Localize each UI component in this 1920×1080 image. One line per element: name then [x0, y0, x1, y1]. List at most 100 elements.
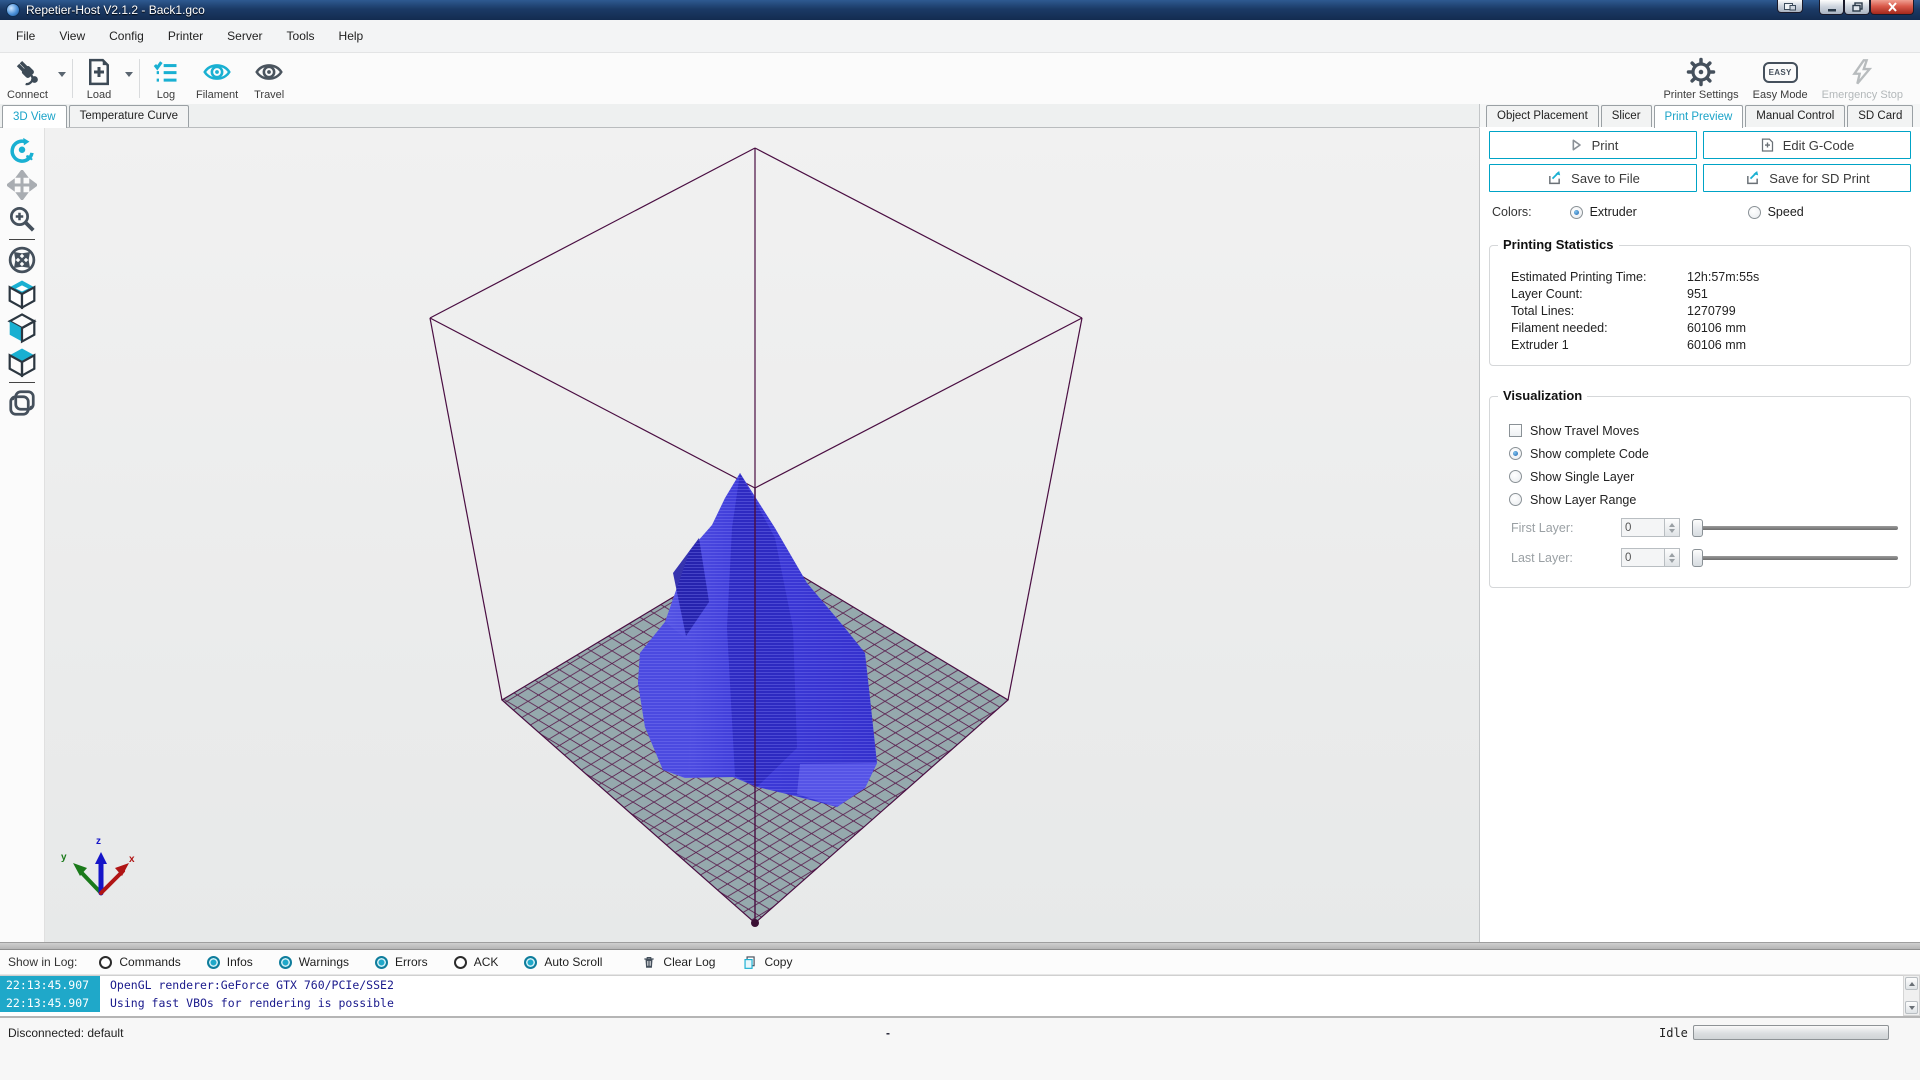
stat-row: Layer Count: 951	[1511, 286, 1708, 301]
menu-tools[interactable]: Tools	[275, 22, 327, 50]
show-layer-range-option[interactable]: Show Layer Range	[1490, 488, 1910, 511]
close-icon	[1887, 2, 1897, 12]
log-toggle-ack[interactable]: ACK	[453, 955, 498, 969]
edit-gcode-button[interactable]: Edit G-Code	[1703, 131, 1911, 159]
menu-server[interactable]: Server	[215, 22, 274, 50]
visualization-group: Visualization Show Travel Moves Show com…	[1489, 388, 1911, 588]
colors-label: Colors:	[1492, 205, 1532, 219]
log-toggle-infos[interactable]: Infos	[206, 955, 253, 969]
save-for-sd-button[interactable]: Save for SD Print	[1703, 164, 1911, 192]
view-tabs: 3D View Temperature Curve	[0, 104, 1479, 128]
log-entry: 22:13:45.907 OpenGL renderer:GeForce GTX…	[0, 976, 1903, 994]
move-arrows-icon	[7, 170, 37, 200]
isometric-view-button[interactable]	[4, 277, 40, 311]
log-toggle-errors[interactable]: Errors	[375, 955, 428, 969]
close-button[interactable]	[1870, 0, 1914, 15]
toolbar-options-icon	[1784, 2, 1796, 10]
top-view-button[interactable]	[4, 345, 40, 379]
travel-eye-icon	[255, 64, 283, 80]
toggle-on-icon	[524, 955, 538, 969]
parallel-projection-icon	[9, 390, 35, 416]
log-output[interactable]: 22:13:45.907 OpenGL renderer:GeForce GTX…	[0, 975, 1903, 1016]
status-bar: Disconnected: default - Idle	[0, 1016, 1920, 1080]
parallel-projection-button[interactable]	[4, 386, 40, 420]
menu-printer[interactable]: Printer	[156, 22, 215, 50]
menu-help[interactable]: Help	[327, 22, 376, 50]
log-toggle-autoscroll[interactable]: Auto Scroll	[524, 955, 602, 969]
show-single-layer-option[interactable]: Show Single Layer	[1490, 465, 1910, 488]
log-toggle-button[interactable]: Log	[143, 53, 189, 104]
colors-extruder-option[interactable]: Extruder	[1569, 205, 1748, 219]
slider-thumb[interactable]	[1692, 548, 1703, 567]
print-button[interactable]: Print	[1489, 131, 1697, 159]
filament-eye-icon	[203, 64, 231, 80]
title-bar[interactable]: Repetier-Host V2.1.2 - Back1.gco	[0, 0, 1920, 20]
last-layer-label: Last Layer:	[1511, 550, 1573, 565]
minimize-button[interactable]	[1819, 0, 1844, 15]
toggle-on-icon	[206, 955, 220, 969]
view-toolbar-separator	[9, 382, 35, 383]
plug-icon	[17, 60, 39, 86]
print-preview-panel: Print Edit G-Code Save to File Save for …	[1479, 128, 1920, 942]
connect-dropdown[interactable]	[55, 53, 69, 104]
show-complete-code-option[interactable]: Show complete Code	[1490, 442, 1910, 465]
titlebar-extra-button[interactable]	[1777, 0, 1803, 13]
menu-view[interactable]: View	[47, 22, 97, 50]
log-entry: 22:13:45.907 Using fast VBOs for renderi…	[0, 994, 1903, 1012]
load-dropdown[interactable]	[122, 53, 136, 104]
last-layer-input[interactable]	[1621, 548, 1665, 567]
tab-3d-view[interactable]: 3D View	[2, 105, 67, 128]
log-scrollbar[interactable]	[1903, 975, 1920, 1016]
viewport-3d[interactable]: y z x	[45, 128, 1479, 942]
copy-log-button[interactable]: Copy	[743, 955, 792, 970]
tab-print-preview[interactable]: Print Preview	[1653, 105, 1744, 128]
spin-up-icon	[1669, 552, 1675, 557]
chevron-down-icon	[57, 72, 66, 77]
tab-slicer[interactable]: Slicer	[1600, 105, 1652, 127]
printer-settings-button[interactable]: Printer Settings	[1656, 53, 1745, 104]
export-sd-icon	[1747, 171, 1759, 185]
first-layer-input[interactable]	[1621, 518, 1665, 537]
status-center-text: -	[886, 1026, 890, 1040]
last-layer-slider[interactable]	[1692, 548, 1898, 567]
rotate-view-button[interactable]	[4, 134, 40, 168]
filament-toggle-button[interactable]: Filament	[189, 53, 245, 104]
easy-mode-icon: EASY	[1762, 61, 1798, 83]
checkbox-travel-moves	[1509, 424, 1522, 437]
show-travel-moves-option[interactable]: Show Travel Moves	[1490, 419, 1910, 442]
first-layer-spinner[interactable]	[1665, 518, 1680, 537]
fit-view-button[interactable]	[4, 243, 40, 277]
menu-file[interactable]: File	[4, 22, 47, 50]
horizontal-splitter[interactable]	[0, 942, 1920, 950]
copy-icon	[744, 955, 756, 969]
slider-thumb[interactable]	[1692, 518, 1703, 537]
front-view-button[interactable]	[4, 311, 40, 345]
tab-object-placement[interactable]: Object Placement	[1486, 105, 1599, 127]
move-view-button[interactable]	[4, 168, 40, 202]
tab-manual-control[interactable]: Manual Control	[1745, 105, 1846, 127]
menu-config[interactable]: Config	[97, 22, 156, 50]
log-toggle-warnings[interactable]: Warnings	[278, 955, 349, 969]
colors-speed-option[interactable]: Speed	[1747, 205, 1804, 219]
easy-mode-button[interactable]: EASY Easy Mode	[1746, 53, 1815, 104]
menu-bar: File View Config Printer Server Tools He…	[0, 20, 1920, 53]
tab-temperature-curve[interactable]: Temperature Curve	[68, 105, 190, 127]
log-toggle-commands[interactable]: Commands	[99, 955, 181, 969]
maximize-button[interactable]	[1844, 0, 1870, 15]
toggle-on-icon	[375, 955, 389, 969]
connect-button[interactable]: Connect	[0, 53, 55, 104]
load-button[interactable]: Load	[76, 53, 122, 104]
last-layer-spinner[interactable]	[1665, 548, 1680, 567]
first-layer-slider[interactable]	[1692, 518, 1898, 537]
save-to-file-button[interactable]: Save to File	[1489, 164, 1697, 192]
spin-down-icon	[1669, 528, 1675, 533]
scroll-down-button[interactable]	[1905, 1001, 1918, 1014]
clear-log-button[interactable]: Clear Log	[642, 955, 715, 970]
export-file-icon	[1549, 171, 1561, 185]
scroll-up-button[interactable]	[1905, 977, 1918, 990]
tab-sd-card[interactable]: SD Card	[1847, 105, 1914, 127]
play-icon	[1572, 139, 1581, 151]
zoom-view-button[interactable]	[4, 202, 40, 236]
emergency-stop-button: Emergency Stop	[1815, 53, 1910, 104]
travel-toggle-button[interactable]: Travel	[245, 53, 293, 104]
